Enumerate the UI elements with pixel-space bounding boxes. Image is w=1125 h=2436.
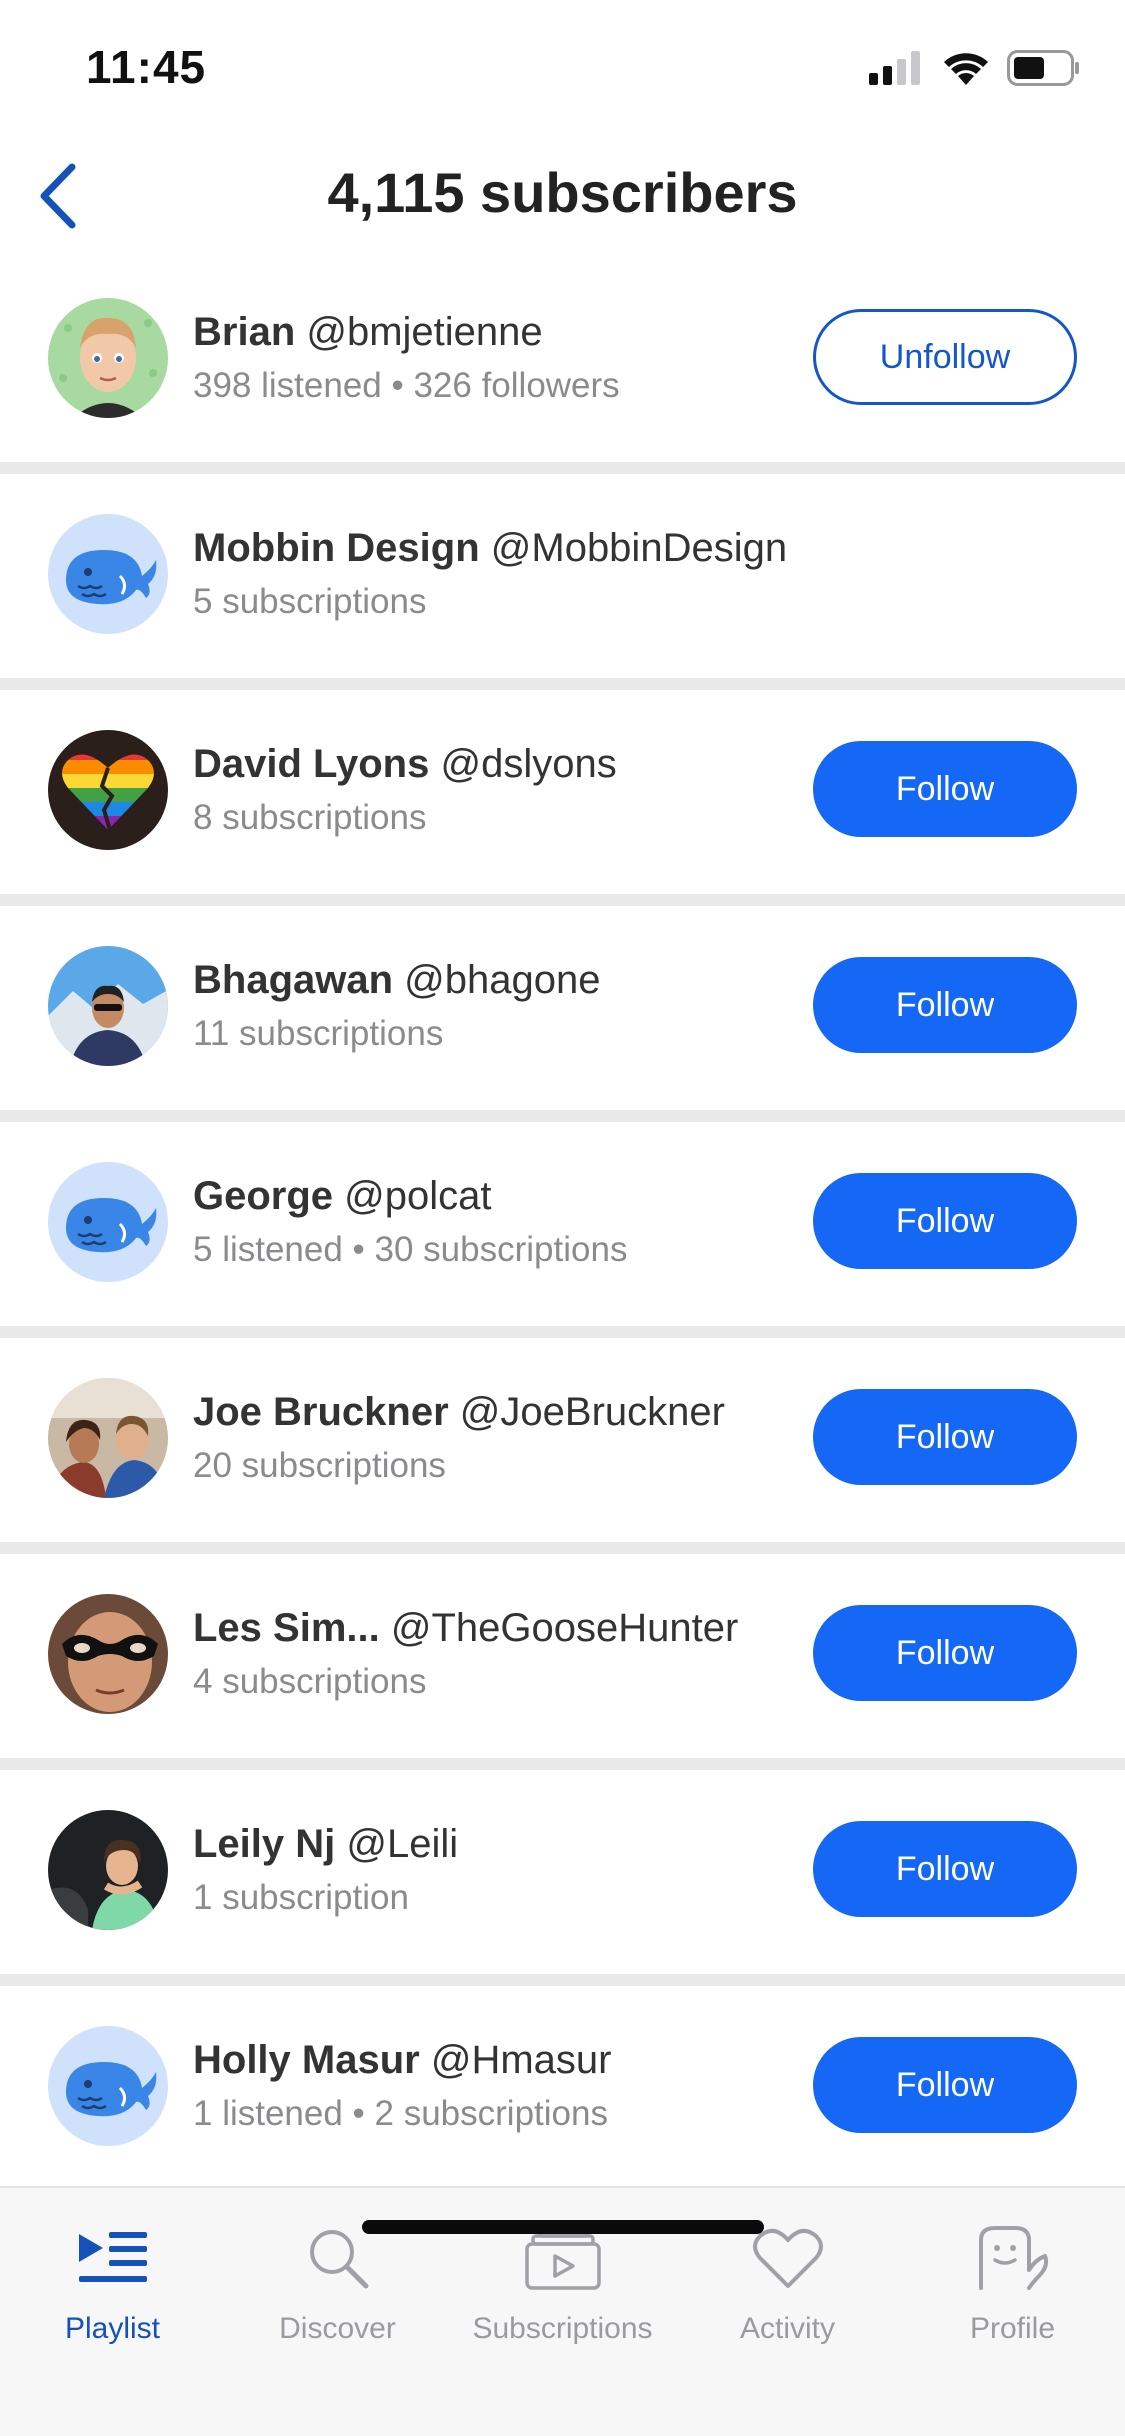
user-stats: 11 subscriptions (193, 1014, 444, 1053)
photo-avatar[interactable] (48, 946, 168, 1066)
list-item[interactable]: Joe Bruckner @JoeBruckner 20 subscriptio… (0, 1338, 1125, 1554)
display-name[interactable]: Holly Masur (193, 2038, 420, 2082)
user-stats: 4 subscriptions (193, 1662, 427, 1701)
header: 4,115 subscribers (0, 138, 1125, 258)
rainbow-heart-avatar[interactable] (48, 730, 168, 850)
user-name-line: Mobbin Design @MobbinDesign (193, 526, 787, 571)
user-stats: 398 listened • 326 followers (193, 366, 620, 405)
follow-button[interactable]: Follow (813, 1173, 1077, 1269)
tab-label: Profile (969, 2312, 1056, 2345)
display-name[interactable]: David Lyons (193, 742, 429, 786)
status-icons (869, 50, 1081, 91)
whale-avatar[interactable] (48, 514, 168, 634)
tab-discover[interactable]: Discover (225, 2218, 450, 2358)
display-name[interactable]: Mobbin Design (193, 526, 480, 570)
tab-activity[interactable]: Activity (675, 2218, 900, 2358)
follow-button[interactable]: Follow (813, 1389, 1077, 1485)
user-stats: 5 listened • 30 subscriptions (193, 1230, 628, 1269)
search-icon (306, 2218, 370, 2298)
tab-playlist[interactable]: Playlist (0, 2218, 225, 2358)
list-item[interactable]: David Lyons @dslyons 8 subscriptions Fol… (0, 690, 1125, 906)
unfollow-button[interactable]: Unfollow (813, 309, 1077, 405)
user-name-line: Holly Masur @Hmasur (193, 2038, 611, 2083)
user-handle: @Hmasur (430, 2038, 612, 2082)
display-name[interactable]: Brian (193, 310, 295, 354)
home-indicator[interactable] (362, 2220, 764, 2234)
follow-button[interactable]: Follow (813, 957, 1077, 1053)
cartoon-man-avatar[interactable] (48, 298, 168, 418)
list-item[interactable]: George @polcat 5 listened • 30 subscript… (0, 1122, 1125, 1338)
list-item[interactable]: Brian @bmjetienne 398 listened • 326 fol… (0, 258, 1125, 474)
tab-label: Playlist (64, 2312, 161, 2345)
profile-icon (975, 2218, 1051, 2298)
battery-icon (1007, 50, 1081, 91)
user-stats: 1 subscription (193, 1878, 409, 1917)
user-name-line: Brian @bmjetienne (193, 310, 543, 355)
user-handle: @bhagone (404, 958, 601, 1002)
signal-icon (869, 51, 925, 90)
app-screen: 11:45 4,115 subscribers Brian @bmjetienn… (0, 0, 1125, 2436)
user-handle: @Leili (346, 1822, 459, 1866)
user-handle: @polcat (344, 1174, 492, 1218)
wifi-icon (943, 51, 989, 90)
display-name[interactable]: Bhagawan (193, 958, 393, 1002)
follow-button[interactable]: Follow (813, 1821, 1077, 1917)
user-name-line: Joe Bruckner @JoeBruckner (193, 1390, 725, 1435)
photo-avatar[interactable] (48, 1810, 168, 1930)
follow-button[interactable]: Follow (813, 1605, 1077, 1701)
page-title: 4,115 subscribers (327, 161, 798, 224)
tab-label: Discover (279, 2312, 396, 2345)
tab-label: Activity (739, 2312, 835, 2345)
user-stats: 5 subscriptions (193, 582, 427, 621)
status-time: 11:45 (86, 41, 207, 93)
status-bar: 11:45 (0, 0, 1125, 138)
user-name-line: George @polcat (193, 1174, 492, 1219)
playlist-icon (77, 2218, 149, 2298)
tab-label: Subscriptions (472, 2312, 653, 2345)
tab-subscriptions[interactable]: Subscriptions (450, 2218, 675, 2358)
masked-face-avatar[interactable] (48, 1594, 168, 1714)
list-item[interactable]: Les Sim... @TheGooseHunter 4 subscriptio… (0, 1554, 1125, 1770)
user-handle: @dslyons (440, 742, 617, 786)
user-name-line: David Lyons @dslyons (193, 742, 617, 787)
list-item[interactable]: Bhagawan @bhagone 11 subscriptions Follo… (0, 906, 1125, 1122)
tab-profile[interactable]: Profile (900, 2218, 1125, 2358)
photo-avatar[interactable] (48, 1378, 168, 1498)
whale-avatar[interactable] (48, 1162, 168, 1282)
user-stats: 8 subscriptions (193, 798, 427, 837)
user-name-line: Les Sim... @TheGooseHunter (193, 1606, 738, 1651)
user-handle: @JoeBruckner (459, 1390, 725, 1434)
follow-button[interactable]: Follow (813, 2037, 1077, 2133)
user-handle: @bmjetienne (306, 310, 543, 354)
user-name-line: Leily Nj @Leili (193, 1822, 458, 1867)
whale-avatar[interactable] (48, 2026, 168, 2146)
follow-button[interactable]: Follow (813, 741, 1077, 837)
list-item[interactable]: Mobbin Design @MobbinDesign 5 subscripti… (0, 474, 1125, 690)
user-name-line: Bhagawan @bhagone (193, 958, 601, 1003)
display-name[interactable]: Les Sim... (193, 1606, 380, 1650)
user-stats: 1 listened • 2 subscriptions (193, 2094, 608, 2133)
display-name[interactable]: George (193, 1174, 333, 1218)
list-item[interactable]: Leily Nj @Leili 1 subscription Follow (0, 1770, 1125, 1986)
user-handle: @TheGooseHunter (390, 1606, 739, 1650)
user-stats: 20 subscriptions (193, 1446, 446, 1485)
list-item[interactable]: Holly Masur @Hmasur 1 listened • 2 subsc… (0, 1986, 1125, 2202)
display-name[interactable]: Leily Nj (193, 1822, 335, 1866)
display-name[interactable]: Joe Bruckner (193, 1390, 449, 1434)
subscriber-list: Brian @bmjetienne 398 listened • 326 fol… (0, 258, 1125, 2202)
user-handle: @MobbinDesign (490, 526, 788, 570)
